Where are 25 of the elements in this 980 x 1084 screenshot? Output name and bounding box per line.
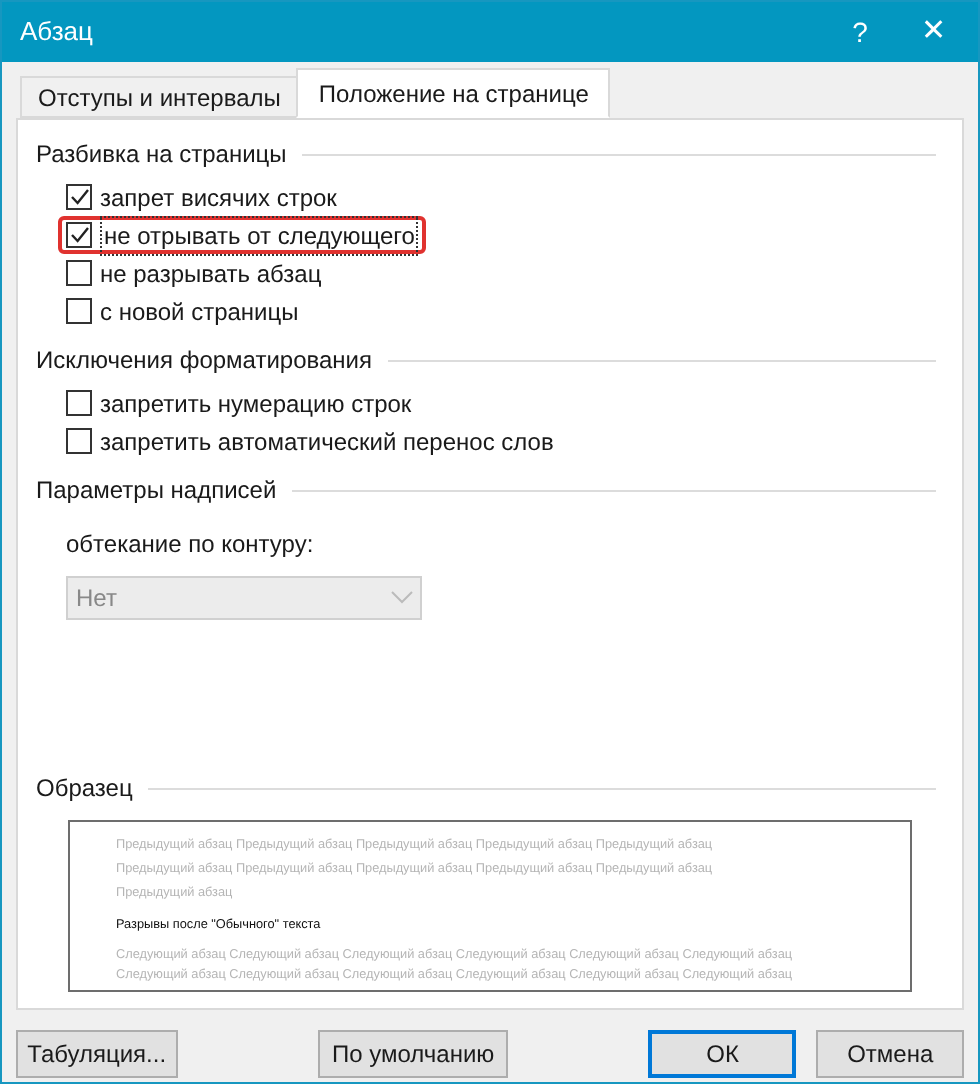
dialog-button[interactable]: ОК (648, 1030, 797, 1078)
checkbox-row[interactable]: не разрывать абзац (66, 254, 322, 292)
group-title: Параметры надписей (36, 474, 277, 508)
checkbox[interactable] (66, 428, 92, 454)
group-title: Исключения форматирования (36, 344, 373, 378)
tab[interactable]: Отступы и интервалы (20, 76, 297, 118)
field-label: обтекание по контуру: (66, 530, 314, 558)
checkbox[interactable] (66, 390, 92, 416)
chevron-icon (390, 590, 414, 606)
checkbox[interactable] (66, 260, 92, 286)
checkbox-row[interactable]: не отрывать от следующего (58, 216, 427, 254)
group-title: Образец (36, 772, 133, 806)
group-title: Разбивка на страницы (36, 138, 287, 172)
checkbox-row[interactable]: с новой страницы (66, 292, 299, 330)
checkbox[interactable] (66, 184, 92, 210)
checkbox-row[interactable]: запретить автоматический перенос слов (66, 422, 554, 460)
window-title: Абзац (20, 14, 95, 51)
dialog-button[interactable]: Табуляция... (16, 1030, 178, 1078)
checkbox[interactable] (66, 222, 92, 248)
tab[interactable]: Положение на странице (296, 68, 611, 118)
checkbox-row[interactable]: запрет висячих строк (66, 178, 337, 216)
dialog-button[interactable]: По умолчанию (317, 1030, 509, 1078)
checkbox[interactable] (66, 298, 92, 324)
checkbox-row[interactable]: запретить нумерацию строк (66, 384, 412, 422)
dialog-button[interactable]: Отмена (816, 1030, 964, 1078)
